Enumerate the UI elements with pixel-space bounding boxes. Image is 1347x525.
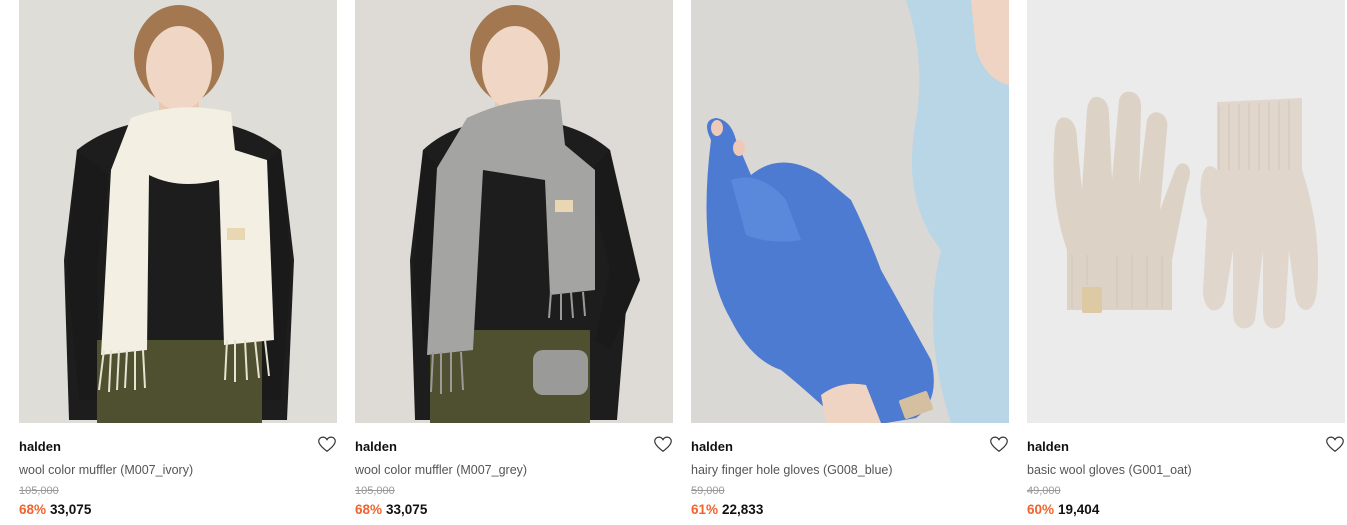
heart-outline-icon[interactable] — [1326, 436, 1344, 453]
price-line: 68% 33,075 — [19, 501, 337, 518]
brand-name[interactable]: halden — [691, 439, 1009, 455]
product-card[interactable]: halden basic wool gloves (G001_oat) 49,0… — [1027, 0, 1345, 518]
sale-price: 19,404 — [1058, 502, 1100, 517]
product-info: halden wool color muffler (M007_ivory) 1… — [19, 423, 337, 518]
original-price: 59,000 — [691, 485, 725, 497]
product-image-model-ivory-scarf[interactable] — [19, 0, 337, 423]
sale-price: 22,833 — [722, 502, 764, 517]
product-image-oat-wool-gloves[interactable] — [1027, 0, 1345, 423]
product-card[interactable]: halden hairy finger hole gloves (G008_bl… — [691, 0, 1009, 518]
sale-price: 33,075 — [50, 502, 92, 517]
heart-outline-icon[interactable] — [318, 436, 336, 453]
original-price: 49,000 — [1027, 485, 1061, 497]
product-name[interactable]: wool color muffler (M007_grey) — [355, 462, 673, 478]
brand-name[interactable]: halden — [1027, 439, 1345, 455]
brand-name[interactable]: halden — [355, 439, 673, 455]
discount-rate: 68% — [355, 502, 383, 517]
heart-outline-icon[interactable] — [654, 436, 672, 453]
original-price: 105,000 — [19, 485, 59, 497]
price-line: 60% 19,404 — [1027, 501, 1345, 518]
brand-name[interactable]: halden — [19, 439, 337, 455]
product-info: halden hairy finger hole gloves (G008_bl… — [691, 423, 1009, 518]
product-name[interactable]: wool color muffler (M007_ivory) — [19, 462, 337, 478]
discount-rate: 61% — [691, 502, 719, 517]
heart-outline-icon[interactable] — [990, 436, 1008, 453]
product-image-model-grey-scarf[interactable] — [355, 0, 673, 423]
price-line: 61% 22,833 — [691, 501, 1009, 518]
product-image-blue-fuzzy-gloves[interactable] — [691, 0, 1009, 423]
product-info: halden wool color muffler (M007_grey) 10… — [355, 423, 673, 518]
product-name[interactable]: hairy finger hole gloves (G008_blue) — [691, 462, 1009, 478]
product-card[interactable]: halden wool color muffler (M007_grey) 10… — [355, 0, 673, 518]
discount-rate: 68% — [19, 502, 47, 517]
original-price: 105,000 — [355, 485, 395, 497]
product-info: halden basic wool gloves (G001_oat) 49,0… — [1027, 423, 1345, 518]
product-card[interactable]: halden wool color muffler (M007_ivory) 1… — [19, 0, 337, 518]
product-name[interactable]: basic wool gloves (G001_oat) — [1027, 462, 1345, 478]
price-line: 68% 33,075 — [355, 501, 673, 518]
sale-price: 33,075 — [386, 502, 428, 517]
discount-rate: 60% — [1027, 502, 1055, 517]
product-grid: halden wool color muffler (M007_ivory) 1… — [19, 0, 1345, 518]
